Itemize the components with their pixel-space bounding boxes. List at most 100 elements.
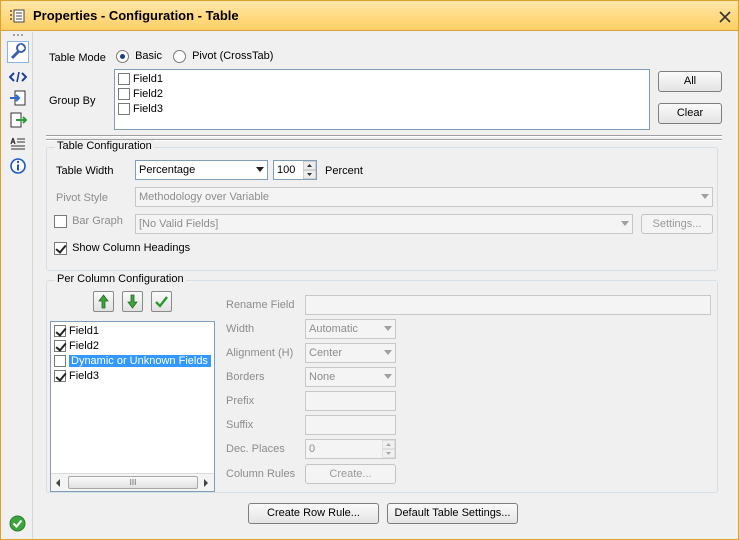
list-item[interactable]: Field2 bbox=[118, 87, 163, 102]
table-mode-label: Table Mode bbox=[49, 52, 106, 64]
column-rules-label: Column Rules bbox=[226, 468, 296, 480]
table-width-value: Percentage bbox=[139, 164, 196, 176]
checkbox[interactable] bbox=[118, 103, 130, 116]
create-row-rule-button[interactable]: Create Row Rule... bbox=[248, 503, 379, 524]
bar-graph-select[interactable]: [No Valid Fields] bbox=[135, 214, 633, 234]
arrow-up-icon bbox=[98, 294, 109, 309]
suffix-label: Suffix bbox=[226, 419, 254, 431]
checkbox[interactable] bbox=[54, 242, 67, 255]
prefix-label: Prefix bbox=[226, 395, 255, 407]
scroll-thumb[interactable]: III bbox=[68, 476, 198, 489]
configuration-tab[interactable] bbox=[7, 41, 29, 63]
spin-arrows-icon[interactable] bbox=[303, 161, 316, 179]
radio-pivot[interactable] bbox=[173, 50, 186, 63]
clear-button[interactable]: Clear bbox=[658, 103, 722, 124]
table-config-group: Table Configuration Table Width Percenta… bbox=[46, 140, 718, 271]
field-label: Field3 bbox=[69, 370, 99, 382]
table-width-stepper[interactable]: 100 bbox=[273, 160, 317, 180]
group-by-list[interactable]: Field1 Field2 Field3 bbox=[114, 69, 650, 130]
configuration-panel: Table Mode Basic Pivot (CrossTab) Group … bbox=[34, 32, 738, 539]
default-table-settings-button[interactable]: Default Table Settings... bbox=[387, 503, 518, 524]
alignment-value: Center bbox=[309, 347, 343, 359]
check-all-button[interactable] bbox=[151, 291, 172, 312]
dec-places-stepper[interactable]: 0 bbox=[305, 439, 396, 459]
properties-window: Properties - Configuration - Table Table… bbox=[0, 0, 739, 540]
close-icon[interactable] bbox=[716, 8, 734, 26]
per-column-title: Per Column Configuration bbox=[55, 273, 186, 285]
scroll-right-icon[interactable] bbox=[203, 479, 209, 487]
title-bar[interactable]: Properties - Configuration - Table bbox=[1, 1, 738, 31]
table-width-unit: Percent bbox=[325, 165, 363, 177]
checkbox[interactable] bbox=[54, 215, 67, 228]
bar-graph-checkbox[interactable]: Bar Graph bbox=[54, 215, 123, 228]
width-value: Automatic bbox=[309, 323, 358, 335]
borders-select[interactable]: None bbox=[305, 367, 396, 387]
horizontal-scrollbar[interactable]: III bbox=[51, 473, 214, 491]
radio-basic[interactable] bbox=[116, 50, 129, 63]
checkbox[interactable] bbox=[54, 340, 66, 353]
borders-label: Borders bbox=[226, 371, 265, 383]
mode-pivot-radio[interactable]: Pivot (CrossTab) bbox=[173, 50, 273, 63]
annotation-icon[interactable] bbox=[9, 135, 27, 153]
input-icon[interactable] bbox=[9, 89, 27, 107]
info-icon[interactable] bbox=[9, 157, 27, 175]
field-label: Field1 bbox=[69, 325, 99, 337]
width-label: Width bbox=[226, 323, 255, 335]
suffix-input[interactable] bbox=[305, 415, 396, 435]
prefix-input[interactable] bbox=[305, 391, 396, 411]
field-label: Field1 bbox=[133, 73, 163, 85]
checkbox[interactable] bbox=[54, 325, 66, 338]
width-select[interactable]: Automatic bbox=[305, 319, 396, 339]
xml-icon[interactable] bbox=[9, 68, 27, 86]
checkbox[interactable] bbox=[54, 355, 66, 368]
create-column-rule-button[interactable]: Create... bbox=[305, 464, 396, 484]
list-item[interactable]: Dynamic or Unknown Fields bbox=[54, 354, 211, 369]
per-column-group: Per Column Configuration Field1 Field2 D… bbox=[46, 273, 718, 493]
checkbox[interactable] bbox=[54, 370, 66, 383]
output-icon[interactable] bbox=[9, 111, 27, 129]
chevron-down-icon bbox=[384, 326, 392, 331]
column-fields-list[interactable]: Field1 Field2 Dynamic or Unknown Fields … bbox=[50, 321, 215, 492]
show-headings-checkbox[interactable]: Show Column Headings bbox=[54, 242, 190, 255]
window-title: Properties - Configuration - Table bbox=[33, 8, 239, 23]
list-item[interactable]: Field1 bbox=[54, 324, 99, 339]
settings-button[interactable]: Settings... bbox=[641, 214, 713, 234]
tool-strip bbox=[2, 32, 33, 539]
group-by-label: Group By bbox=[49, 95, 96, 107]
table-width-label: Table Width bbox=[56, 165, 114, 177]
table-width-select[interactable]: Percentage bbox=[135, 160, 268, 180]
scroll-left-icon[interactable] bbox=[55, 479, 61, 487]
list-item[interactable]: Field1 bbox=[118, 72, 163, 87]
chevron-down-icon bbox=[384, 374, 392, 379]
bar-graph-value: [No Valid Fields] bbox=[139, 218, 219, 230]
field-label: Field2 bbox=[69, 340, 99, 352]
mode-pivot-label: Pivot (CrossTab) bbox=[192, 50, 274, 63]
rename-field-input[interactable] bbox=[305, 295, 711, 315]
divider bbox=[46, 135, 722, 137]
chevron-down-icon bbox=[384, 350, 392, 355]
pivot-style-label: Pivot Style bbox=[56, 192, 108, 204]
chevron-down-icon bbox=[256, 167, 264, 172]
spin-arrows-icon[interactable] bbox=[382, 440, 395, 458]
chevron-down-icon bbox=[701, 194, 709, 199]
move-down-button[interactable] bbox=[122, 291, 143, 312]
field-label: Field3 bbox=[133, 103, 163, 115]
alignment-select[interactable]: Center bbox=[305, 343, 396, 363]
pivot-style-value: Methodology over Variable bbox=[139, 191, 270, 203]
alignment-label: Alignment (H) bbox=[226, 347, 294, 359]
move-up-button[interactable] bbox=[93, 291, 114, 312]
borders-value: None bbox=[309, 371, 336, 383]
dec-places-value: 0 bbox=[309, 443, 316, 455]
list-item[interactable]: Field3 bbox=[54, 369, 99, 384]
pivot-style-select[interactable]: Methodology over Variable bbox=[135, 187, 713, 207]
checkbox[interactable] bbox=[118, 88, 130, 101]
dec-places-label: Dec. Places bbox=[226, 443, 285, 455]
list-item[interactable]: Field2 bbox=[54, 339, 99, 354]
show-headings-label: Show Column Headings bbox=[72, 242, 191, 255]
grip-icon bbox=[13, 34, 23, 36]
checkbox[interactable] bbox=[118, 73, 130, 86]
mode-basic-radio[interactable]: Basic bbox=[116, 50, 162, 63]
checkmark-icon bbox=[155, 296, 168, 308]
list-item[interactable]: Field3 bbox=[118, 102, 163, 117]
all-button[interactable]: All bbox=[658, 71, 722, 92]
